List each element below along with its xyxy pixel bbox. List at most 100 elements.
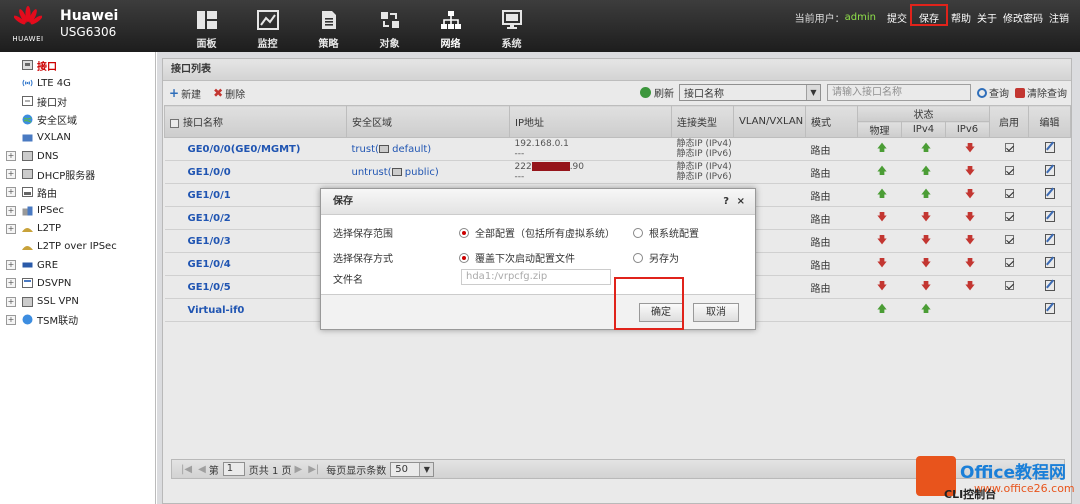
expand-icon[interactable]: + [6,260,16,271]
expand-icon[interactable]: + [6,296,16,307]
filename-row: 文件名 [333,271,363,286]
sidebar-item-tsm[interactable]: + TSM联动 [0,311,155,329]
sidebar-item-ipsec[interactable]: + IPSec [0,202,155,220]
nav-network-label: 网络 [440,39,461,50]
nav-dashboard[interactable]: 面板 [176,0,237,52]
sidebar-item-lte[interactable]: LTE 4G [0,74,155,92]
sidebar-item-interface[interactable]: 接口 [0,56,155,74]
sidebar-label: GRE [37,259,59,271]
logo-text: HUAWEI [12,35,44,43]
save-highlight-box: 保存 [910,4,948,26]
expand-icon[interactable]: + [6,314,16,325]
expand-icon[interactable]: + [6,205,16,216]
scope-root-label: 根系统配置 [649,229,699,240]
dialog-title-bar: 保存 ? × [321,189,755,215]
sidebar-label: SSL VPN [37,296,79,308]
method-overwrite-label: 覆盖下次启动配置文件 [475,254,575,265]
top-right-links: 当前用户： admin 提交 保存 帮助 关于 修改密码 注销 [794,4,1072,26]
nav-monitor-label: 监控 [257,39,278,50]
dns-icon [21,150,33,162]
nav-system[interactable]: 系统 [481,0,542,52]
policy-doc-icon [321,11,336,29]
sidebar-label: 接口 [37,61,57,73]
filename-input[interactable]: hda1:/vrpcfg.zip [461,269,611,285]
dialog-footer: 确定 取消 [321,295,755,329]
watermark: Office教程网 www.office26.com [916,456,1080,504]
expand-icon[interactable]: + [6,169,16,180]
nav-network[interactable]: 网络 [420,0,481,52]
expand-icon[interactable]: + [6,278,16,289]
cli-console-tab[interactable]: CLI控制台 [944,486,996,502]
sidebar-item-dsvpn[interactable]: + DSVPN [0,274,155,292]
scope-root-radio[interactable] [633,227,643,238]
method-saveas-label: 另存为 [649,254,679,265]
dashboard-icon [196,11,217,29]
logout-link[interactable]: 注销 [1049,10,1069,25]
globe-icon [21,114,33,126]
brand-name: Huawei [60,8,119,24]
help-icon[interactable]: ? [723,189,729,215]
cancel-button[interactable]: 取消 [693,303,739,322]
nav-object[interactable]: 对象 [359,0,420,52]
nav-policy[interactable]: 策略 [298,0,359,52]
sidebar-item-ssl-vpn[interactable]: + SSL VPN [0,292,155,310]
gre-icon [21,259,33,271]
sidebar-label: 路由 [37,188,57,200]
scope-row: 选择保存范围 全部配置（包括所有虚拟系统） 根系统配置 [333,225,699,240]
sidebar-label: 接口对 [37,97,67,109]
sidebar-label: L2TP over IPSec [37,241,117,253]
help-link[interactable]: 帮助 [951,10,971,25]
watermark-title: Office教程网 [960,463,1067,483]
tsm-icon [21,314,33,326]
sidebar-item-gre[interactable]: + GRE [0,256,155,274]
ok-highlight-box [614,277,684,330]
sidebar: 接口 LTE 4G 接口对 安全区域 VXLAN + DNS + DHCP服务器 +… [0,52,156,504]
sidebar-item-dhcp[interactable]: + DHCP服务器 [0,165,155,183]
method-row: 选择保存方式 覆盖下次启动配置文件 另存为 [333,250,679,265]
sidebar-item-security-zone[interactable]: 安全区域 [0,111,155,129]
scope-all-radio[interactable] [459,227,469,238]
scope-label: 选择保存范围 [333,229,393,240]
nav-dashboard-label: 面板 [196,39,217,50]
sidebar-label: 安全区域 [37,116,77,128]
current-user: admin [844,11,876,23]
object-icon [380,12,399,28]
current-user-label: 当前用户： [794,13,845,25]
dhcp-icon [21,168,33,180]
l2tp-icon [21,223,33,235]
scope-all-label: 全部配置（包括所有虚拟系统） [475,229,615,240]
about-link[interactable]: 关于 [977,10,997,25]
expand-icon[interactable]: + [6,187,16,198]
close-icon[interactable]: × [737,189,745,215]
method-saveas-radio[interactable] [633,252,643,263]
expand-icon[interactable]: + [6,151,16,162]
interface-pair-icon [21,95,33,107]
sidebar-item-interface-pair[interactable]: 接口对 [0,92,155,110]
nav-object-label: 对象 [379,39,400,50]
route-icon [21,186,33,198]
dialog-body: 选择保存范围 全部配置（包括所有虚拟系统） 根系统配置 选择保存方式 覆盖下次启… [321,215,755,295]
sidebar-item-routing[interactable]: + 路由 [0,183,155,201]
method-overwrite-radio[interactable] [459,252,469,263]
change-password-link[interactable]: 修改密码 [1003,10,1043,25]
filename-label: 文件名 [333,275,363,286]
monitor-chart-icon [256,10,279,30]
submit-link[interactable]: 提交 [887,10,907,25]
sidebar-label: LTE 4G [37,77,71,89]
app-window: HUAWEI Huawei USG6306 面板 监控 策略 对象 网络 系统 … [0,0,1080,504]
nav-monitor[interactable]: 监控 [237,0,298,52]
sidebar-item-l2tp[interactable]: + L2TP [0,220,155,238]
huawei-logo-icon [14,6,42,25]
network-icon [440,11,461,29]
sidebar-item-l2tp-over-ipsec[interactable]: L2TP over IPSec [0,238,155,256]
save-link[interactable]: 保存 [919,14,939,25]
huawei-logo: HUAWEI [8,6,48,46]
sidebar-label: IPSec [37,205,64,217]
ipsec-icon [21,205,33,217]
sidebar-item-vxlan[interactable]: VXLAN [0,129,155,147]
save-dialog: 保存 ? × 选择保存范围 全部配置（包括所有虚拟系统） 根系统配置 选择保存方… [320,188,756,330]
sidebar-label: DHCP服务器 [37,170,96,182]
sidebar-item-dns[interactable]: + DNS [0,147,155,165]
expand-icon[interactable]: + [6,223,16,234]
sidebar-label: L2TP [37,223,62,235]
